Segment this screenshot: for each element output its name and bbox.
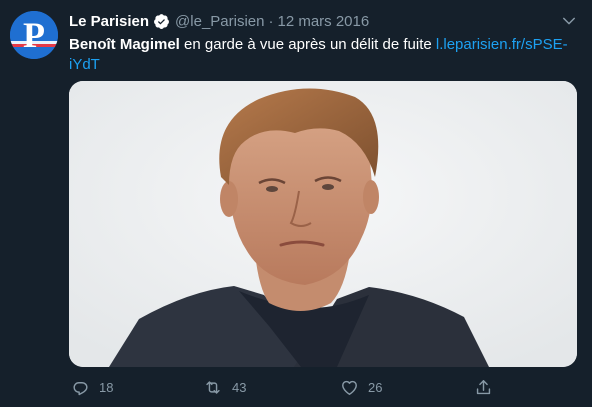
verified-badge-icon bbox=[153, 13, 170, 30]
account-name[interactable]: Le Parisien bbox=[69, 13, 149, 30]
retweet-icon bbox=[206, 380, 220, 394]
like-button[interactable]: 26 bbox=[340, 378, 382, 397]
avatar-letter: P bbox=[23, 15, 45, 55]
reply-button[interactable]: 18 bbox=[71, 378, 113, 397]
like-icon bbox=[342, 380, 357, 395]
tweet-bold-name: Benoît Magimel bbox=[69, 36, 180, 53]
reply-count: 18 bbox=[99, 379, 114, 395]
account-handle[interactable]: @le_Parisien bbox=[175, 13, 264, 30]
tweet-body: en garde à vue après un délit de fuite bbox=[179, 36, 436, 53]
share-button[interactable] bbox=[474, 378, 493, 397]
avatar[interactable]: P bbox=[10, 11, 58, 59]
tweet-photo[interactable] bbox=[69, 81, 577, 367]
tweet-date[interactable]: 12 mars 2016 bbox=[277, 13, 369, 30]
reply-icon bbox=[73, 381, 88, 395]
tweet-actions: 18 43 26 bbox=[69, 376, 499, 398]
like-count: 26 bbox=[368, 379, 383, 395]
portrait-image bbox=[69, 81, 577, 367]
tweet[interactable]: P Le Parisien @le_Parisien · 12 mars 201… bbox=[0, 0, 592, 407]
retweet-count: 43 bbox=[232, 379, 247, 395]
more-chevron-icon[interactable] bbox=[560, 12, 578, 30]
tweet-text: Benoît Magimel en garde à vue après un d… bbox=[69, 35, 579, 75]
tweet-header: Le Parisien @le_Parisien · 12 mars 2016 bbox=[69, 11, 369, 31]
retweet-button[interactable]: 43 bbox=[203, 378, 246, 397]
share-icon bbox=[476, 379, 491, 394]
separator-dot: · bbox=[268, 12, 274, 30]
